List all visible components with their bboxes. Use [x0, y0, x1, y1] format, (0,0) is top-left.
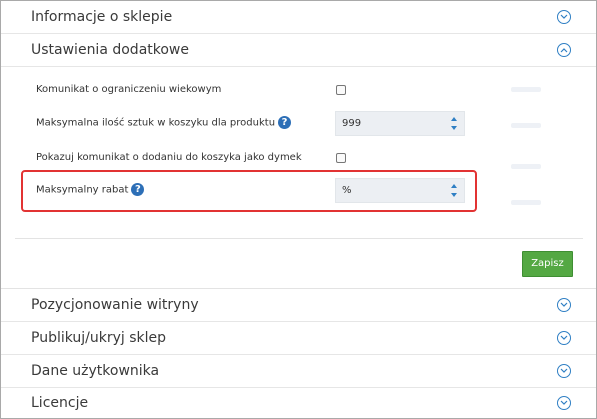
max-qty-label: Maksymalna ilość sztuk w koszyku dla pro…	[36, 116, 292, 129]
section-title-seo: Pozycjonowanie witryny	[31, 297, 199, 313]
max-qty-label-text: Maksymalna ilość sztuk w koszyku dla pro…	[36, 117, 276, 129]
section-title-user-data: Dane użytkownika	[31, 363, 160, 379]
ghost-placeholder	[511, 87, 541, 92]
ghost-placeholder	[511, 200, 541, 205]
chevron-down-icon[interactable]	[557, 298, 571, 312]
chevron-up-icon[interactable]	[557, 43, 571, 57]
section-title-publish: Publikuj/ukryj sklep	[31, 330, 167, 346]
section-additional-settings[interactable]: Ustawienia dodatkowe	[1, 34, 596, 67]
ghost-placeholder	[511, 123, 541, 128]
cart-message-label: Pokazuj komunikat o dodaniu do koszyka j…	[36, 152, 302, 163]
section-title-licenses: Licencje	[31, 395, 89, 411]
chevron-down-icon[interactable]	[557, 10, 571, 24]
cart-message-checkbox[interactable]	[336, 153, 346, 163]
section-store-info[interactable]: Informacje o sklepie	[1, 1, 596, 34]
divider	[15, 238, 583, 239]
section-title-store-info: Informacje o sklepie	[31, 9, 173, 25]
save-button[interactable]: Zapisz	[522, 251, 573, 277]
ghost-placeholder	[511, 164, 541, 169]
max-qty-input[interactable]: 999	[335, 111, 465, 136]
max-qty-value: 999	[342, 118, 362, 129]
chevron-down-icon[interactable]	[557, 396, 571, 410]
section-title-additional-settings: Ustawienia dodatkowe	[31, 42, 189, 58]
settings-panel: Informacje o sklepie Ustawienia dodatkow…	[0, 0, 597, 419]
section-publish[interactable]: Publikuj/ukryj sklep	[1, 322, 596, 355]
chevron-down-icon[interactable]	[557, 331, 571, 345]
help-icon[interactable]: ?	[278, 116, 292, 129]
age-limit-label: Komunikat o ograniczeniu wiekowym	[36, 84, 222, 95]
chevron-down-icon[interactable]	[557, 364, 571, 378]
section-licenses[interactable]: Licencje	[1, 387, 596, 418]
highlight-box	[21, 170, 477, 212]
age-limit-checkbox[interactable]	[336, 85, 346, 95]
section-user-data[interactable]: Dane użytkownika	[1, 355, 596, 388]
section-seo[interactable]: Pozycjonowanie witryny	[1, 289, 596, 322]
spinner-icon[interactable]	[450, 116, 458, 131]
